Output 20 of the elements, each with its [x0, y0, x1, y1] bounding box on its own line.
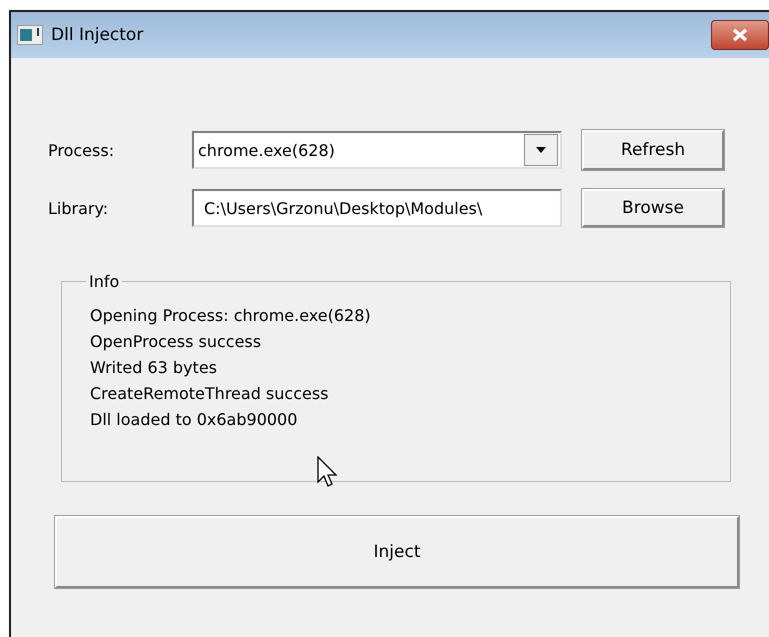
field-label: Library:: [48, 198, 110, 218]
refresh-button[interactable]: Refresh: [582, 130, 724, 170]
mouse-cursor-icon: [317, 456, 339, 488]
log-line: Opening Process: chrome.exe(628): [90, 305, 372, 327]
inject-button[interactable]: Inject: [55, 516, 739, 588]
app-icon: [17, 25, 43, 45]
close-button[interactable]: [711, 20, 769, 50]
log-line: Dll loaded to 0x6ab90000: [90, 409, 298, 431]
log-line: OpenProcess success: [90, 331, 262, 353]
field-label: Process:: [48, 140, 116, 160]
browse-button[interactable]: Browse: [582, 189, 724, 227]
log-line: CreateRemoteThread success: [90, 383, 330, 405]
library-path-field[interactable]: C:\Users\Grzonu\Desktop\Modules\: [192, 189, 562, 227]
log-line: Writed 63 bytes: [90, 357, 218, 379]
close-icon: [731, 28, 749, 42]
group-title: Info: [88, 272, 120, 291]
process-dropdown[interactable]: chrome.exe(628): [192, 131, 562, 169]
dropdown-button[interactable]: [524, 134, 558, 166]
window-title: Dll Injector: [51, 25, 144, 45]
caret-icon: [536, 147, 546, 153]
